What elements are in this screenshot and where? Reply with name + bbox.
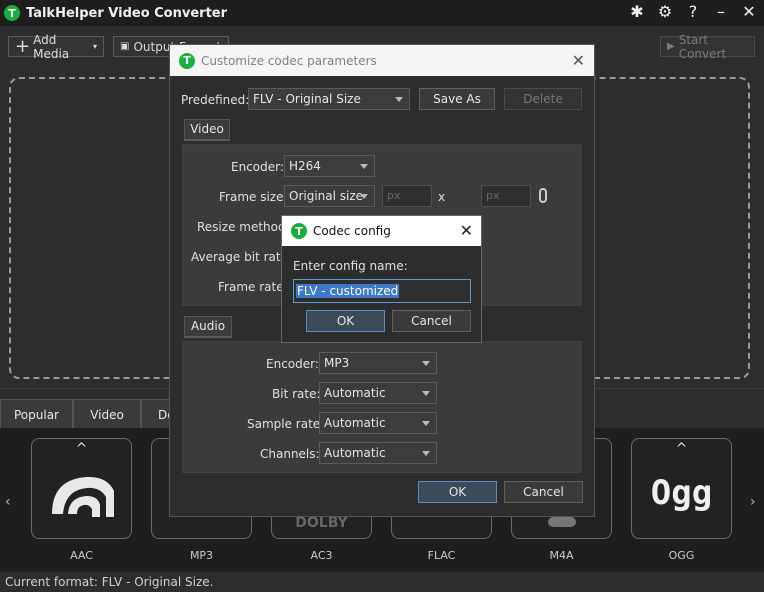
format-label-mp3: MP3 xyxy=(189,549,214,562)
title-bar: T TalkHelper Video Converter ✱ ⚙ ? – ✕ xyxy=(0,0,764,26)
frame-size-label: Frame size: xyxy=(219,190,288,204)
bitrate-label: Bit rate: xyxy=(272,387,321,401)
tab-video-settings[interactable]: Video xyxy=(184,119,230,141)
frame-height-input[interactable]: px xyxy=(481,185,531,207)
config-dialog-title: Codec config xyxy=(313,224,391,238)
sample-rate-label: Sample rate: xyxy=(247,417,325,431)
config-cancel-button[interactable]: Cancel xyxy=(392,310,471,332)
chevron-up-icon: ^ xyxy=(75,441,88,457)
resize-method-label: Resize method: xyxy=(197,220,290,234)
gear-icon[interactable]: ⚙ xyxy=(656,3,674,21)
frame-size-select[interactable]: Original size xyxy=(284,185,375,207)
app-logo-icon: T xyxy=(291,223,307,239)
channels-select[interactable]: Automatic xyxy=(319,442,437,464)
add-media-button[interactable]: + Add Media ▾ xyxy=(8,33,104,61)
close-icon[interactable]: ✕ xyxy=(460,221,473,240)
plus-icon: + xyxy=(15,35,31,57)
bug-icon[interactable]: ✱ xyxy=(628,3,646,21)
format-label-ogg: OGG xyxy=(668,549,695,562)
ok-button[interactable]: OK xyxy=(418,481,497,503)
start-convert-label: Start Convert xyxy=(678,32,727,61)
add-media-label: Add Media xyxy=(33,32,70,61)
play-icon: ▶ xyxy=(667,41,675,52)
format-label-aac: AAC xyxy=(70,549,93,562)
status-bar: Current format: FLV - Original Size. xyxy=(0,572,764,592)
format-label-m4a: M4A xyxy=(549,549,574,562)
tab-popular[interactable]: Popular xyxy=(0,399,73,429)
codec-config-dialog: T Codec config ✕ Enter config name: FLV … xyxy=(281,215,482,343)
video-encoder-select[interactable]: H264 xyxy=(284,155,375,177)
predefined-label: Predefined: xyxy=(181,93,250,107)
frame-rate-label: Frame rate: xyxy=(218,280,288,294)
help-icon[interactable]: ? xyxy=(684,3,702,21)
channels-label: Channels: xyxy=(260,447,320,461)
format-card-aac[interactable]: ^ xyxy=(31,438,132,539)
sample-rate-select[interactable]: Automatic xyxy=(319,412,437,434)
codec-dialog-titlebar: T Customize codec parameters xyxy=(170,45,594,76)
audio-encoder-select[interactable]: MP3 xyxy=(319,352,437,374)
app-logo-icon: T xyxy=(179,52,195,69)
scroll-right-icon[interactable]: › xyxy=(750,494,756,510)
close-icon[interactable]: ✕ xyxy=(740,3,758,21)
format-label-ac3: AC3 xyxy=(310,549,333,562)
tab-audio-settings[interactable]: Audio xyxy=(184,316,232,338)
scroll-left-icon[interactable]: ‹ xyxy=(5,494,11,510)
minimize-icon[interactable]: – xyxy=(712,3,730,21)
ogg-icon: Ogg xyxy=(650,473,713,513)
dropdown-arrow-icon: ▾ xyxy=(92,42,97,51)
predefined-select[interactable]: FLV - Original Size xyxy=(248,88,410,110)
link-aspect-icon[interactable] xyxy=(539,188,547,203)
average-bitrate-label: Average bit rate: xyxy=(191,250,292,264)
start-convert-button[interactable]: ▶ Start Convert xyxy=(660,33,755,61)
config-name-input[interactable]: FLV - customized xyxy=(293,279,471,303)
audio-encoder-label: Encoder: xyxy=(266,357,319,371)
app-logo-icon: T xyxy=(4,5,20,21)
tab-video[interactable]: Video xyxy=(73,399,141,429)
m4a-icon xyxy=(548,517,576,527)
config-name-value: FLV - customized xyxy=(296,284,400,298)
app-title: TalkHelper Video Converter xyxy=(26,5,228,21)
config-name-prompt: Enter config name: xyxy=(293,259,408,273)
cancel-button[interactable]: Cancel xyxy=(504,481,583,503)
format-card-ogg[interactable]: ^ Ogg xyxy=(631,438,732,539)
delete-button[interactable]: Delete xyxy=(504,88,582,110)
format-label-flac: FLAC xyxy=(427,549,456,562)
config-ok-button[interactable]: OK xyxy=(306,310,385,332)
codec-dialog-title: Customize codec parameters xyxy=(201,53,377,68)
output-icon: ▣ xyxy=(120,41,130,52)
encoder-label: Encoder: xyxy=(231,160,284,174)
config-dialog-titlebar: T Codec config xyxy=(282,216,481,246)
save-as-button[interactable]: Save As xyxy=(419,88,495,110)
bitrate-select[interactable]: Automatic xyxy=(319,382,437,404)
size-separator: x xyxy=(438,190,446,204)
close-icon[interactable]: ✕ xyxy=(572,51,585,70)
chevron-up-icon: ^ xyxy=(675,441,688,457)
frame-width-input[interactable]: px xyxy=(382,185,432,207)
dolby-icon: DOLBY xyxy=(295,515,348,531)
